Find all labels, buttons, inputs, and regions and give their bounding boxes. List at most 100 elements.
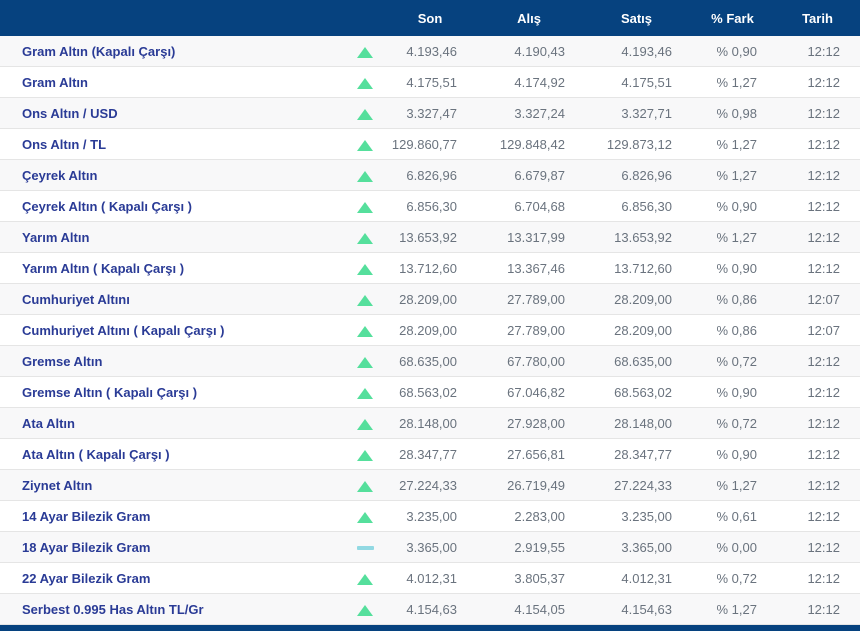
footer-bar	[0, 625, 860, 631]
fark-value: % 0,90	[690, 191, 775, 222]
fark-value: % 0,00	[690, 532, 775, 563]
son-value: 6.856,30	[385, 191, 475, 222]
satis-value: 3.365,00	[583, 532, 690, 563]
table-row[interactable]: Cumhuriyet Altını ( Kapalı Çarşı ) 28.20…	[0, 315, 860, 346]
table-body: Gram Altın (Kapalı Çarşı) 4.193,46 4.190…	[0, 36, 860, 625]
instrument-name[interactable]: Yarım Altın ( Kapalı Çarşı )	[0, 253, 345, 284]
table-row[interactable]: Ons Altın / USD 3.327,47 3.327,24 3.327,…	[0, 98, 860, 129]
col-header-alis: Alış	[475, 0, 583, 36]
trend-up-icon	[357, 357, 373, 368]
table-row[interactable]: 14 Ayar Bilezik Gram 3.235,00 2.283,00 3…	[0, 501, 860, 532]
table-row[interactable]: 22 Ayar Bilezik Gram 4.012,31 3.805,37 4…	[0, 563, 860, 594]
table-row[interactable]: Ata Altın 28.148,00 27.928,00 28.148,00 …	[0, 408, 860, 439]
table-row[interactable]: Gram Altın 4.175,51 4.174,92 4.175,51 % …	[0, 67, 860, 98]
fark-value: % 0,86	[690, 284, 775, 315]
alis-value: 67.780,00	[475, 346, 583, 377]
instrument-name[interactable]: Gremse Altın	[0, 346, 345, 377]
instrument-name[interactable]: 14 Ayar Bilezik Gram	[0, 501, 345, 532]
instrument-name[interactable]: Ata Altın ( Kapalı Çarşı )	[0, 439, 345, 470]
alis-value: 3.805,37	[475, 563, 583, 594]
tarih-value: 12:12	[775, 563, 860, 594]
alis-value: 4.190,43	[475, 36, 583, 67]
satis-value: 28.347,77	[583, 439, 690, 470]
table-row[interactable]: Gram Altın (Kapalı Çarşı) 4.193,46 4.190…	[0, 36, 860, 67]
col-header-fark: % Fark	[690, 0, 775, 36]
satis-value: 4.012,31	[583, 563, 690, 594]
instrument-name[interactable]: Ons Altın / USD	[0, 98, 345, 129]
instrument-name[interactable]: Gremse Altın ( Kapalı Çarşı )	[0, 377, 345, 408]
table-row[interactable]: Cumhuriyet Altını 28.209,00 27.789,00 28…	[0, 284, 860, 315]
table-row[interactable]: Gremse Altın ( Kapalı Çarşı ) 68.563,02 …	[0, 377, 860, 408]
trend-up-icon	[357, 264, 373, 275]
instrument-name[interactable]: Serbest 0.995 Has Altın TL/Gr	[0, 594, 345, 625]
table-row[interactable]: Ata Altın ( Kapalı Çarşı ) 28.347,77 27.…	[0, 439, 860, 470]
satis-value: 129.873,12	[583, 129, 690, 160]
table-row[interactable]: Ons Altın / TL 129.860,77 129.848,42 129…	[0, 129, 860, 160]
trend-up-icon	[357, 419, 373, 430]
son-value: 3.327,47	[385, 98, 475, 129]
trend-up-icon	[357, 605, 373, 616]
instrument-name[interactable]: Gram Altın (Kapalı Çarşı)	[0, 36, 345, 67]
instrument-name[interactable]: Cumhuriyet Altını ( Kapalı Çarşı )	[0, 315, 345, 346]
tarih-value: 12:12	[775, 191, 860, 222]
satis-value: 28.209,00	[583, 315, 690, 346]
table-row[interactable]: Serbest 0.995 Has Altın TL/Gr 4.154,63 4…	[0, 594, 860, 625]
table-row[interactable]: 18 Ayar Bilezik Gram 3.365,00 2.919,55 3…	[0, 532, 860, 563]
tarih-value: 12:12	[775, 532, 860, 563]
son-value: 28.148,00	[385, 408, 475, 439]
son-value: 13.653,92	[385, 222, 475, 253]
fark-value: % 0,61	[690, 501, 775, 532]
table-row[interactable]: Yarım Altın ( Kapalı Çarşı ) 13.712,60 1…	[0, 253, 860, 284]
trend-up-icon	[357, 140, 373, 151]
instrument-name[interactable]: Ziynet Altın	[0, 470, 345, 501]
satis-value: 4.154,63	[583, 594, 690, 625]
table-row[interactable]: Ziynet Altın 27.224,33 26.719,49 27.224,…	[0, 470, 860, 501]
fark-value: % 0,72	[690, 346, 775, 377]
alis-value: 6.704,68	[475, 191, 583, 222]
instrument-name[interactable]: Yarım Altın	[0, 222, 345, 253]
instrument-name[interactable]: Çeyrek Altın	[0, 160, 345, 191]
instrument-name[interactable]: Gram Altın	[0, 67, 345, 98]
son-value: 13.712,60	[385, 253, 475, 284]
table-row[interactable]: Yarım Altın 13.653,92 13.317,99 13.653,9…	[0, 222, 860, 253]
trend-up-icon	[357, 295, 373, 306]
son-value: 4.175,51	[385, 67, 475, 98]
instrument-name[interactable]: 22 Ayar Bilezik Gram	[0, 563, 345, 594]
alis-value: 2.283,00	[475, 501, 583, 532]
table-row[interactable]: Çeyrek Altın 6.826,96 6.679,87 6.826,96 …	[0, 160, 860, 191]
alis-value: 67.046,82	[475, 377, 583, 408]
header-row: Son Alış Satış % Fark Tarih	[0, 0, 860, 36]
tarih-value: 12:12	[775, 594, 860, 625]
son-value: 28.209,00	[385, 284, 475, 315]
trend-up-icon	[357, 109, 373, 120]
tarih-value: 12:12	[775, 36, 860, 67]
instrument-name[interactable]: Ons Altın / TL	[0, 129, 345, 160]
trend-up-icon	[357, 574, 373, 585]
tarih-value: 12:12	[775, 439, 860, 470]
table-row[interactable]: Çeyrek Altın ( Kapalı Çarşı ) 6.856,30 6…	[0, 191, 860, 222]
alis-value: 4.154,05	[475, 594, 583, 625]
instrument-name[interactable]: Cumhuriyet Altını	[0, 284, 345, 315]
trend-flat-icon	[357, 546, 374, 550]
tarih-value: 12:07	[775, 284, 860, 315]
trend-up-icon	[357, 450, 373, 461]
tarih-value: 12:12	[775, 98, 860, 129]
fark-value: % 0,72	[690, 408, 775, 439]
tarih-value: 12:12	[775, 346, 860, 377]
instrument-name[interactable]: Ata Altın	[0, 408, 345, 439]
alis-value: 13.367,46	[475, 253, 583, 284]
tarih-value: 12:07	[775, 315, 860, 346]
instrument-name[interactable]: 18 Ayar Bilezik Gram	[0, 532, 345, 563]
alis-value: 27.656,81	[475, 439, 583, 470]
col-header-name	[0, 0, 345, 36]
fark-value: % 0,98	[690, 98, 775, 129]
satis-value: 3.235,00	[583, 501, 690, 532]
son-value: 27.224,33	[385, 470, 475, 501]
son-value: 129.860,77	[385, 129, 475, 160]
tarih-value: 12:12	[775, 222, 860, 253]
satis-value: 68.563,02	[583, 377, 690, 408]
instrument-name[interactable]: Çeyrek Altın ( Kapalı Çarşı )	[0, 191, 345, 222]
alis-value: 3.327,24	[475, 98, 583, 129]
table-row[interactable]: Gremse Altın 68.635,00 67.780,00 68.635,…	[0, 346, 860, 377]
alis-value: 13.317,99	[475, 222, 583, 253]
